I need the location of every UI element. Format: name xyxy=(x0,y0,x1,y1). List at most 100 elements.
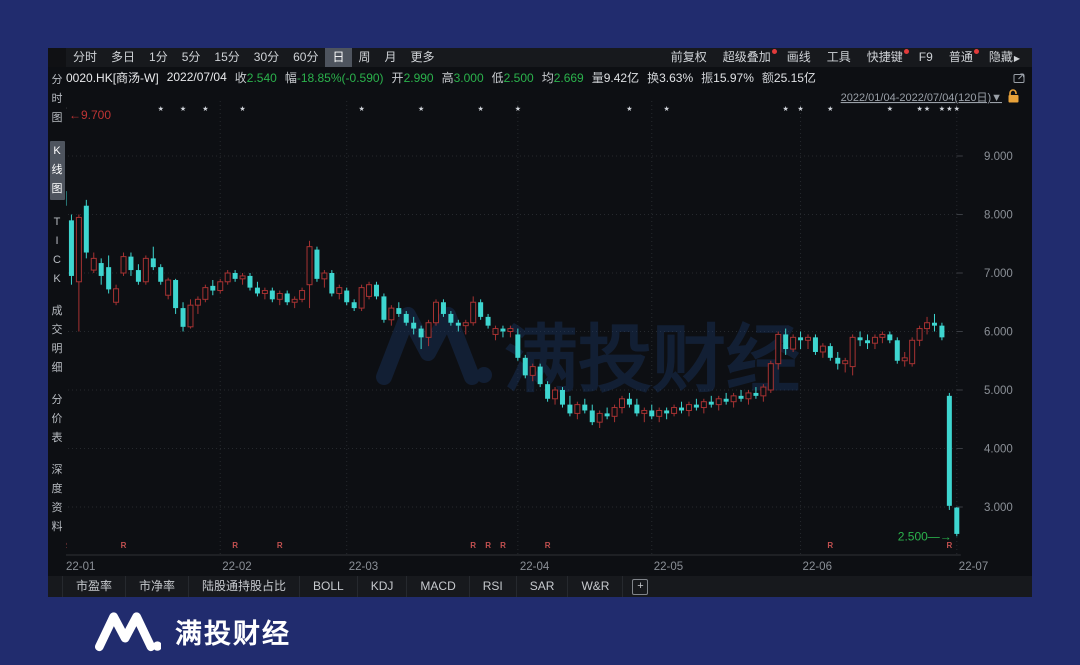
period-tab-更多[interactable]: 更多 xyxy=(404,48,442,67)
indicator-tab-市盈率[interactable]: 市盈率 xyxy=(62,576,127,597)
sidebar-item-深度资料[interactable]: 深度资料 xyxy=(50,461,65,537)
stat-value: 2.500 xyxy=(503,70,534,85)
add-indicator-button[interactable]: + xyxy=(632,578,649,595)
sidebar-item-K线图[interactable]: K线图 xyxy=(49,141,65,200)
stat-value: 3.000 xyxy=(453,70,484,85)
candlestick-chart: 满投财经★★★★★★★★★★★★★★★★★★★★RRRRRRRRRR22-012… xyxy=(66,87,1032,576)
svg-text:★: ★ xyxy=(783,105,789,113)
stat-振: 振15.97% xyxy=(701,71,754,85)
stat-label: 均 xyxy=(541,70,554,85)
svg-text:★: ★ xyxy=(477,105,483,113)
stat-value: 25.15亿 xyxy=(773,70,816,85)
tool-前复权[interactable]: 前复权 xyxy=(663,48,715,67)
stat-label: 高 xyxy=(441,70,454,85)
svg-text:4.000: 4.000 xyxy=(984,444,1013,456)
stat-label: 振 xyxy=(701,70,714,85)
stat-value: -18.85%(-0.590) xyxy=(296,70,384,85)
stat-value: 2.540 xyxy=(246,70,277,85)
svg-text:★: ★ xyxy=(180,105,186,113)
indicator-tab-SAR[interactable]: SAR xyxy=(517,576,569,597)
lock-open-icon[interactable] xyxy=(1008,89,1019,103)
stat-开: 开2.990 xyxy=(392,71,434,85)
svg-text:★: ★ xyxy=(887,105,893,113)
period-tab-5分[interactable]: 5分 xyxy=(175,48,208,67)
svg-text:★: ★ xyxy=(954,105,960,113)
indicator-tab-KDJ[interactable]: KDJ xyxy=(358,576,408,597)
tool-F9[interactable]: F9 xyxy=(911,48,941,67)
tool-画线[interactable]: 画线 xyxy=(779,48,819,67)
period-tab-月[interactable]: 月 xyxy=(378,48,404,67)
svg-text:R: R xyxy=(500,541,506,550)
svg-text:★: ★ xyxy=(663,105,669,113)
sidebar-item-分价表[interactable]: 分价表 xyxy=(50,391,65,448)
svg-text:22-03: 22-03 xyxy=(349,561,378,573)
svg-text:9.000: 9.000 xyxy=(984,151,1013,163)
stat-label: 开 xyxy=(391,70,404,85)
svg-text:★: ★ xyxy=(358,105,364,113)
stat-换: 换3.63% xyxy=(647,71,693,85)
period-tab-日[interactable]: 日 xyxy=(325,48,352,67)
svg-text:R: R xyxy=(232,541,238,550)
period-tab-分时[interactable]: 分时 xyxy=(66,48,104,67)
svg-text:7.000: 7.000 xyxy=(984,268,1013,280)
period-tab-60分[interactable]: 60分 xyxy=(286,48,325,67)
svg-text:★: ★ xyxy=(626,105,632,113)
stat-均: 均2.669 xyxy=(542,71,584,85)
date-range-selector[interactable]: 2022/01/04-2022/07/04(120日)▼ xyxy=(841,92,1002,104)
trading-app-window: 分时 多日 1分 5分 15分 30分 60分日周月更多 前复权 超级叠加 画线 工具 快捷键 F9 普… xyxy=(48,48,1032,597)
stat-额: 额25.15亿 xyxy=(762,71,816,85)
stat-value: 2.669 xyxy=(553,70,584,85)
period-tab-30分[interactable]: 30分 xyxy=(247,48,286,67)
svg-text:5.000: 5.000 xyxy=(984,385,1013,397)
x-axis-labels: 22-01 22-02 22-03 22-04 22-05 22-06 22-07 xyxy=(66,561,988,573)
svg-text:★: ★ xyxy=(202,105,208,113)
left-sidebar: 分时图 K线图 TICK 成交明细分价表深度资料 xyxy=(48,67,66,576)
stat-value: 3.63% xyxy=(659,70,694,85)
indicator-tab-市净率[interactable]: 市净率 xyxy=(126,576,190,597)
svg-text:★: ★ xyxy=(916,105,922,113)
period-tab-15分[interactable]: 15分 xyxy=(207,48,246,67)
tool-普通[interactable]: 普通 xyxy=(941,48,981,67)
trade-date: 2022/07/04 xyxy=(166,70,227,84)
stat-value: 9.42亿 xyxy=(603,70,640,85)
stock-symbol: 0020.HK[商汤-W] xyxy=(66,70,159,85)
svg-text:22-01: 22-01 xyxy=(66,561,95,573)
svg-text:3.000: 3.000 xyxy=(984,502,1013,514)
page-background: 分时 多日 1分 5分 15分 30分 60分日周月更多 前复权 超级叠加 画线 工具 快捷键 F9 普… xyxy=(0,0,1080,665)
indicator-tab-W&R[interactable]: W&R xyxy=(568,576,624,597)
period-tab-1分[interactable]: 1分 xyxy=(142,48,175,67)
stat-label: 幅 xyxy=(284,70,297,85)
svg-text:R: R xyxy=(121,541,127,550)
sidebar-item-TICK[interactable]: TICK xyxy=(50,213,65,289)
indicator-tab-陆股通持股占比[interactable]: 陆股通持股占比 xyxy=(189,576,301,597)
r-markers: RRRRRRRRRR xyxy=(66,541,952,550)
indicator-tab-RSI[interactable]: RSI xyxy=(470,576,517,597)
popout-icon[interactable] xyxy=(1013,71,1026,84)
svg-text:22-02: 22-02 xyxy=(222,561,251,573)
indicator-tab-MACD[interactable]: MACD xyxy=(407,576,470,597)
tool-隐藏[interactable]: 隐藏▶ xyxy=(981,48,1028,68)
tool-超级叠加[interactable]: 超级叠加 xyxy=(715,48,779,67)
content-area: 分时图 K线图 TICK 成交明细分价表深度资料 0020.HK[商汤-W] 2022… xyxy=(48,67,1032,576)
tool-工具[interactable]: 工具 xyxy=(819,48,859,67)
y-axis-labels: 9.000 8.000 7.000 6.000 5.000 4.000 3.000 xyxy=(956,151,1013,514)
stat-label: 低 xyxy=(491,70,504,85)
tool-快捷键[interactable]: 快捷键 xyxy=(859,48,911,67)
sidebar-item-分时图[interactable]: 分时图 xyxy=(50,71,65,128)
svg-text:★: ★ xyxy=(924,105,930,113)
svg-text:★: ★ xyxy=(66,105,67,113)
svg-text:R: R xyxy=(485,541,491,550)
svg-text:★: ★ xyxy=(239,105,245,113)
svg-text:★: ★ xyxy=(158,105,164,113)
period-tab-周[interactable]: 周 xyxy=(352,48,378,67)
stock-stats: 收2.540 幅-18.85%(-0.590) 开2.990 高3.000 低2.500… xyxy=(235,69,824,86)
period-tab-多日[interactable]: 多日 xyxy=(104,48,142,67)
svg-text:22-06: 22-06 xyxy=(803,561,832,573)
sidebar-item-成交明细[interactable]: 成交明细 xyxy=(50,302,65,378)
indicator-tabs: 市盈率 市净率 陆股通持股占比 BOLL KDJ MACD RSI SAR W&R xyxy=(62,576,624,597)
svg-text:8.000: 8.000 xyxy=(984,210,1013,222)
main-panel: 0020.HK[商汤-W] 2022/07/04 收2.540 幅-18.85%(… xyxy=(66,67,1032,576)
indicator-tab-BOLL[interactable]: BOLL xyxy=(300,576,358,597)
stat-幅: 幅-18.85%(-0.590) xyxy=(285,71,384,85)
plus-icon: + xyxy=(637,579,644,592)
